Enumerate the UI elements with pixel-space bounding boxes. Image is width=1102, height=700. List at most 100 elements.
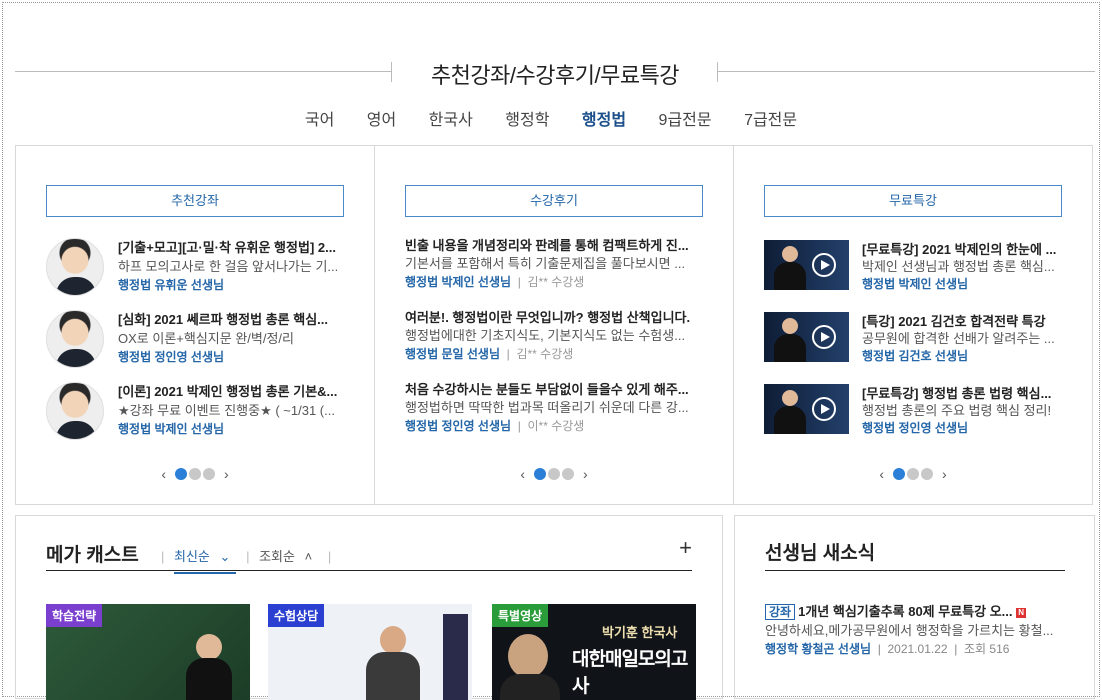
item-title[interactable]: [이론] 2021 박제인 행정법 총론 기본&... (118, 382, 346, 401)
tab-administrative-law[interactable]: 행정법 (582, 106, 626, 130)
teacher-avatar (46, 238, 104, 296)
news-headline[interactable]: 1개년 핵심기출추록 80제 무료특강 오... (798, 604, 1012, 619)
prev-arrow-icon[interactable]: ‹ (879, 466, 884, 482)
prev-arrow-icon[interactable]: ‹ (161, 466, 166, 482)
review-meta: 행정법 문일 선생님 | 김** 수강생 (405, 347, 574, 361)
chevron-down-icon: ⌄ (219, 549, 231, 564)
free-lecture-item[interactable]: [특강] 2021 김건호 합격전략 특강 공무원에 합격한 선배가 알려주는 … (764, 312, 1064, 372)
video-card-study-strategy[interactable]: 학습전략 (46, 604, 250, 700)
pager-dot[interactable] (921, 468, 933, 480)
review-item[interactable]: 여러분!. 행정법이란 무엇입니까? 행정법 산책입니다. 행정법에대한 기초지… (405, 308, 705, 368)
video-caption-top: 박기훈 한국사 (602, 625, 678, 640)
reviews-heading-button[interactable]: 수강후기 (405, 185, 703, 217)
mega-cast-section: 메가 캐스트 | 최신순 ⌄ | 조회순 ˄ | + 학습전략 수험상담 특별영… (15, 515, 723, 700)
item-title[interactable]: [심화] 2021 쎄르파 행정법 총론 핵심... (118, 310, 346, 329)
video-card-consulting[interactable]: 수험상담 (268, 604, 472, 700)
content-panels: 추천강좌 [기출+모고][고·밀·착 유휘운 행정법] 2... 하프 모의고사… (15, 145, 1093, 505)
pager-dot[interactable] (203, 468, 215, 480)
item-teacher[interactable]: 행정법 정인영 선생님 (118, 348, 346, 367)
item-desc: 공무원에 합격한 선배가 알려주는 ... (862, 331, 1055, 346)
item-desc: 하프 모의고사로 한 걸음 앞서나가는 기... (118, 259, 339, 274)
play-icon[interactable] (812, 397, 836, 421)
review-teacher[interactable]: 행정법 문일 선생님 (405, 347, 500, 361)
sort-latest[interactable]: 최신순 ⌄ (174, 549, 237, 574)
mega-cast-header: 메가 캐스트 | 최신순 ⌄ | 조회순 ˄ | + (46, 537, 692, 574)
pager-dot-active[interactable] (175, 468, 187, 480)
review-item[interactable]: 빈출 내용을 개념정리와 판례를 통해 컴팩트하게 진... 기본서를 포함해서… (405, 236, 705, 296)
recommended-item[interactable]: [심화] 2021 쎄르파 행정법 총론 핵심... OX로 이론+핵심지문 완… (46, 310, 346, 370)
subject-tabs: 국어 영어 한국사 행정학 행정법 9급전문 7급전문 (0, 106, 1102, 130)
item-title[interactable]: [기출+모고][고·밀·착 유휘운 행정법] 2... (118, 238, 346, 257)
free-lecture-item[interactable]: [무료특강] 행정법 총론 법령 핵심... 행정법 총론의 주요 법령 핵심 … (764, 384, 1064, 444)
recommended-item[interactable]: [기출+모고][고·밀·착 유휘운 행정법] 2... 하프 모의고사로 한 걸… (46, 238, 346, 298)
item-teacher[interactable]: 행정법 박제인 선생님 (862, 275, 1064, 294)
review-title[interactable]: 처음 수강하시는 분들도 부담없이 들을수 있게 해주... (405, 380, 703, 399)
review-writer: 김** 수강생 (527, 275, 585, 289)
tab-grade7[interactable]: 7급전문 (744, 106, 797, 130)
review-meta: 행정법 정인영 선생님 | 이** 수강생 (405, 419, 585, 433)
news-item[interactable]: 강좌 1개년 핵심기출추록 80제 무료특강 오... N 안녕하세요,메가공무원… (765, 602, 1065, 659)
next-arrow-icon[interactable]: › (583, 466, 588, 482)
new-icon: N (1016, 608, 1027, 618)
tab-public-administration[interactable]: 행정학 (505, 106, 549, 130)
next-arrow-icon[interactable]: › (224, 466, 229, 482)
title-divider-right (717, 62, 1095, 82)
section-title-row: 추천강좌/수강후기/무료특강 (15, 58, 1095, 88)
review-writer: 이** 수강생 (527, 419, 585, 433)
pager-dot-active[interactable] (534, 468, 546, 480)
pager-dot-active[interactable] (893, 468, 905, 480)
teacher-avatar (46, 382, 104, 440)
recommended-heading-button[interactable]: 추천강좌 (46, 185, 344, 217)
carousel-pager: ‹ › (16, 466, 374, 482)
video-thumbnail[interactable] (764, 312, 849, 362)
next-arrow-icon[interactable]: › (942, 466, 947, 482)
item-teacher[interactable]: 행정법 김건호 선생님 (862, 347, 1064, 366)
news-views: 조회 516 (964, 642, 1010, 656)
news-teacher[interactable]: 행정학 황철곤 선생님 (765, 642, 871, 656)
video-tag: 특별영상 (492, 604, 549, 627)
teacher-news-title: 선생님 새소식 (765, 538, 1065, 571)
review-desc: 행정법하면 딱딱한 법과목 떠올리기 쉬운데 다른 강... (405, 400, 689, 415)
news-desc: 안녕하세요,메가공무원에서 행정학을 가르치는 황철... (765, 623, 1054, 638)
review-title[interactable]: 여러분!. 행정법이란 무엇입니까? 행정법 산책입니다. (405, 308, 703, 327)
item-desc: 행정법 총론의 주요 법령 핵심 정리! (862, 403, 1052, 418)
pager-dot[interactable] (907, 468, 919, 480)
review-meta: 행정법 박제인 선생님 | 김** 수강생 (405, 275, 585, 289)
review-title[interactable]: 빈출 내용을 개념정리와 판례를 통해 컴팩트하게 진... (405, 236, 703, 255)
news-title-line[interactable]: 강좌 1개년 핵심기출추록 80제 무료특강 오... N (765, 602, 1065, 621)
pager-dot[interactable] (548, 468, 560, 480)
video-tag: 수험상담 (268, 604, 325, 627)
pager-dot[interactable] (562, 468, 574, 480)
video-card-special[interactable]: 특별영상 박기훈 한국사 대한매일모의고사 (492, 604, 696, 700)
tab-english[interactable]: 영어 (367, 106, 396, 130)
tab-grade9[interactable]: 9급전문 (659, 106, 712, 130)
recommended-item[interactable]: [이론] 2021 박제인 행정법 총론 기본&... ★강좌 무료 이벤트 진… (46, 382, 346, 442)
pager-dot[interactable] (189, 468, 201, 480)
item-teacher[interactable]: 행정법 유휘운 선생님 (118, 276, 346, 295)
video-thumbnail[interactable] (764, 240, 849, 290)
video-thumbnail[interactable] (764, 384, 849, 434)
item-teacher[interactable]: 행정법 정인영 선생님 (862, 419, 1064, 438)
item-desc: ★강좌 무료 이벤트 진행중★ ( ~1/31 (... (118, 403, 335, 418)
review-desc: 기본서를 포함해서 특히 기출문제집을 풀다보시면 ... (405, 256, 686, 271)
tab-korean[interactable]: 국어 (305, 106, 334, 130)
review-teacher[interactable]: 행정법 박제인 선생님 (405, 275, 511, 289)
play-icon[interactable] (812, 253, 836, 277)
more-plus-icon[interactable]: + (679, 537, 692, 559)
free-lectures-column: 무료특강 [무료특강] 2021 박제인의 한눈에 ... 박제인 선생님과 행… (734, 146, 1092, 504)
category-badge: 강좌 (765, 604, 796, 620)
prev-arrow-icon[interactable]: ‹ (520, 466, 525, 482)
sort-options: | 최신순 ⌄ | 조회순 ˄ | (161, 546, 337, 574)
item-teacher[interactable]: 행정법 박제인 선생님 (118, 420, 346, 439)
review-teacher[interactable]: 행정법 정인영 선생님 (405, 419, 511, 433)
sort-views[interactable]: 조회순 ˄ (259, 549, 318, 564)
free-lecture-item[interactable]: [무료특강] 2021 박제인의 한눈에 ... 박제인 선생님과 행정법 총론… (764, 240, 1064, 300)
tab-korean-history[interactable]: 한국사 (429, 106, 473, 130)
review-item[interactable]: 처음 수강하시는 분들도 부담없이 들을수 있게 해주... 행정법하면 딱딱한… (405, 380, 705, 440)
play-icon[interactable] (812, 325, 836, 349)
teacher-news-section: 선생님 새소식 강좌 1개년 핵심기출추록 80제 무료특강 오... N 안녕하… (734, 515, 1095, 699)
free-lectures-heading-button[interactable]: 무료특강 (764, 185, 1062, 217)
chevron-up-icon: ˄ (304, 549, 313, 564)
video-tag: 학습전략 (46, 604, 103, 627)
video-caption-main: 대한매일모의고사 (572, 649, 688, 697)
